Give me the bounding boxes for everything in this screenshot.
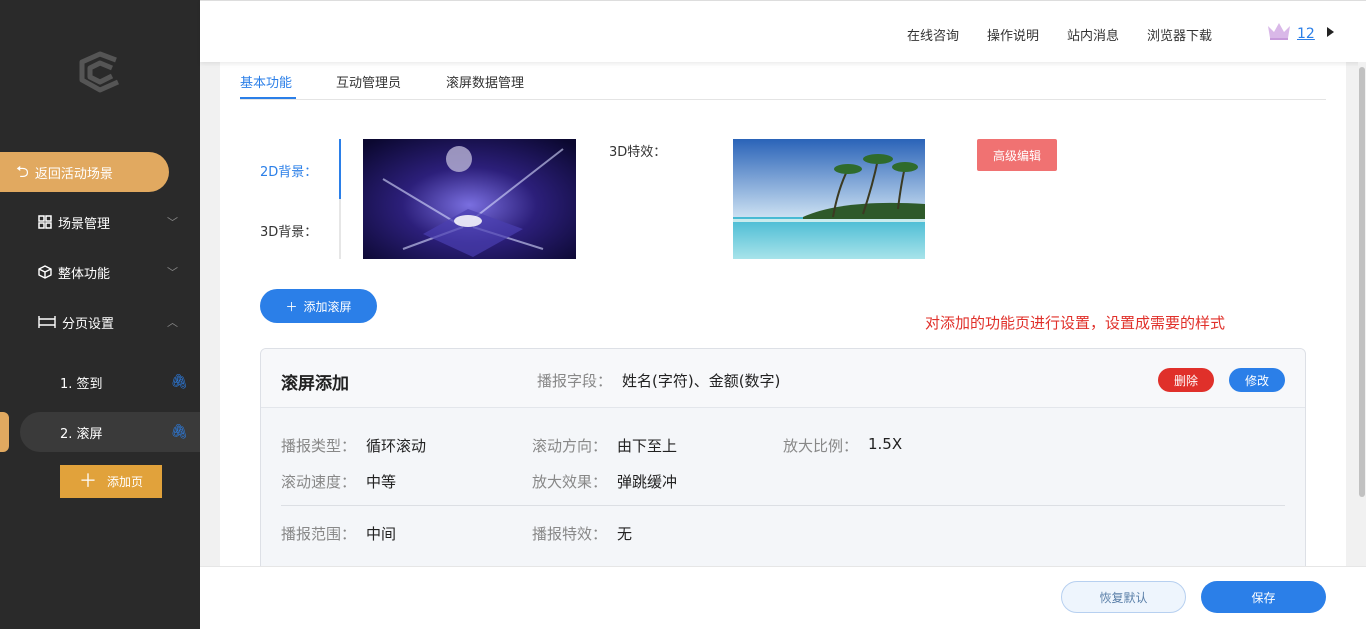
back-label: 返回活动场景 — [34, 166, 113, 182]
logo-icon — [79, 51, 120, 93]
instructions-link[interactable]: 操作说明 — [987, 25, 1039, 44]
add-page-label: 添加页 — [106, 475, 143, 489]
messages-link[interactable]: 站内消息 — [1067, 25, 1119, 44]
caret-right-icon[interactable] — [1327, 27, 1334, 37]
field-value: 1.5X — [868, 435, 903, 453]
advanced-edit-button[interactable]: 高级编辑 — [977, 139, 1057, 171]
main-panel: 基本功能 互动管理员 滚屏数据管理 2D背景： 3D背景： 3D特效： 高级编辑… — [220, 62, 1346, 567]
field-key: 播报范围： — [281, 525, 357, 543]
tab-interaction-admin[interactable]: 互动管理员 — [336, 72, 401, 91]
save-button[interactable]: 保存 — [1201, 581, 1326, 613]
chevron-up-icon: ︿ — [167, 316, 178, 329]
vip-count-link[interactable]: 12 — [1297, 26, 1315, 42]
back-to-scene-button[interactable]: ⮌ 返回活动场景 — [0, 152, 169, 192]
plus-icon: ＋ — [285, 299, 298, 314]
return-icon: ⮌ — [16, 162, 29, 181]
field-key: 滚动方向： — [532, 437, 608, 455]
page-item-scroll[interactable]: 2. 滚屏 🖇 — [20, 412, 200, 452]
chevron-down-icon: ﹀ — [167, 216, 178, 229]
add-page-button[interactable]: ＋ 添加页 — [60, 465, 162, 498]
card-header: 滚屏添加 播报字段： 姓名(字符)、金额(数字) 删除 修改 — [261, 349, 1305, 408]
field-key: 放大比例： — [783, 437, 859, 455]
background-2d-image[interactable] — [363, 139, 576, 259]
field-value: 循环滚动 — [366, 437, 427, 455]
field-value: 无 — [617, 525, 633, 543]
bg-2d-tab[interactable]: 2D背景： — [260, 161, 317, 180]
cube-icon — [38, 265, 52, 279]
field-key: 播报类型： — [281, 437, 357, 455]
delete-button[interactable]: 删除 — [1158, 368, 1214, 392]
page-label: 2. 滚屏 — [60, 426, 103, 442]
bg-3d-tab[interactable]: 3D背景： — [260, 221, 317, 240]
scroll-config-card: 滚屏添加 播报字段： 姓名(字符)、金额(数字) 删除 修改 播报类型： 循环滚… — [260, 348, 1306, 567]
chevron-down-icon: ﹀ — [167, 266, 178, 279]
nav-label: 整体功能 — [58, 266, 111, 282]
top-bar: 在线咨询 操作说明 站内消息 浏览器下载 12 — [200, 0, 1366, 62]
field-key: 放大效果： — [532, 473, 608, 491]
bottom-bar: 恢复默认 保存 — [200, 566, 1366, 629]
3d-effect-label: 3D特效： — [609, 145, 667, 160]
bg-tab-active-indicator — [339, 139, 341, 199]
nav-page-settings[interactable]: 分页设置 ︿ — [38, 307, 188, 337]
page-label: 1. 签到 — [60, 376, 103, 392]
field-value: 中间 — [366, 525, 397, 543]
scrollbar-thumb[interactable] — [1359, 67, 1365, 497]
field-value: 由下至上 — [617, 437, 678, 455]
card-title: 滚屏添加 — [281, 374, 349, 394]
3d-effect-image[interactable] — [733, 139, 925, 259]
nav-scene-management[interactable]: 场景管理 ﹀ — [38, 207, 188, 237]
hint-text: 对添加的功能页进行设置，设置成需要的样式 — [925, 314, 1226, 332]
scrollbar[interactable] — [1358, 62, 1366, 566]
browser-download-link[interactable]: 浏览器下载 — [1147, 25, 1212, 44]
nav-label: 场景管理 — [58, 216, 111, 232]
edit-button[interactable]: 修改 — [1229, 368, 1285, 392]
online-consult-link[interactable]: 在线咨询 — [907, 25, 959, 44]
layout-icon — [38, 316, 56, 328]
restore-default-button[interactable]: 恢复默认 — [1061, 581, 1186, 613]
field-value: 中等 — [366, 473, 397, 491]
crown-icon — [1268, 23, 1290, 40]
paperclip-icon[interactable]: 🖇 — [170, 424, 188, 440]
field-value: 弹跳缓冲 — [617, 473, 678, 491]
add-scroll-label: 添加滚屏 — [303, 299, 352, 314]
page-item-signin[interactable]: 1. 签到 🖇 — [20, 362, 200, 402]
broadcast-fields-key: 播报字段： — [537, 372, 613, 390]
sidebar: ⮌ 返回活动场景 场景管理 ﹀ 整体功能 ﹀ 分页设置 ︿ 1. 签到 🖇 2.… — [0, 0, 200, 629]
plus-icon: ＋ — [78, 470, 97, 492]
field-key: 播报特效： — [532, 525, 608, 543]
add-scroll-button[interactable]: ＋ 添加滚屏 — [260, 289, 377, 323]
tab-scroll-data[interactable]: 滚屏数据管理 — [446, 72, 524, 91]
nav-label: 分页设置 — [62, 316, 115, 332]
grid-icon — [38, 215, 52, 229]
nav-overall-features[interactable]: 整体功能 ﹀ — [38, 257, 188, 287]
paperclip-icon[interactable]: 🖇 — [170, 374, 188, 390]
tab-active-indicator — [240, 97, 296, 99]
field-key: 滚动速度： — [281, 473, 357, 491]
card-divider — [281, 505, 1285, 506]
tab-basic-features[interactable]: 基本功能 — [240, 72, 292, 91]
tab-bar: 基本功能 互动管理员 滚屏数据管理 — [240, 62, 1326, 100]
broadcast-fields-value: 姓名(字符)、金额(数字) — [622, 372, 781, 390]
active-page-marker — [0, 412, 9, 452]
